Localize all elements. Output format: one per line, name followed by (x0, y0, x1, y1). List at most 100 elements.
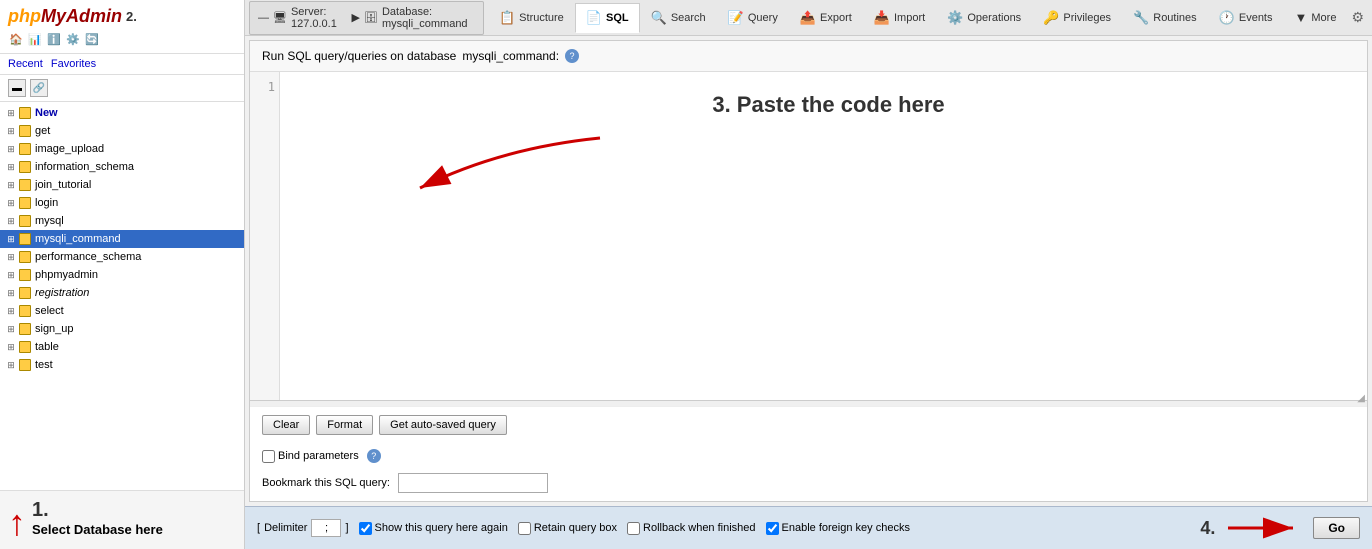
tab-search[interactable]: 🔍 Search (640, 3, 717, 33)
bind-params-help-icon[interactable]: ? (367, 449, 381, 463)
retain-query-text: Retain query box (534, 522, 617, 534)
tree-item-performance_schema[interactable]: ⊞performance_schema (0, 248, 244, 266)
tree-item-phpmyadmin[interactable]: ⊞phpmyadmin (0, 266, 244, 284)
sql-icon: 📄 (586, 10, 602, 26)
tab-more[interactable]: ▼ More (1284, 3, 1348, 32)
bookmark-input[interactable] (398, 473, 548, 493)
retain-query-label[interactable]: Retain query box (518, 522, 617, 535)
tree-item-mysql[interactable]: ⊞mysql (0, 212, 244, 230)
clear-button[interactable]: Clear (262, 415, 310, 435)
editor-resize-handle[interactable] (250, 400, 1367, 406)
delimiter-bracket-close: ] (345, 522, 348, 534)
arrow-up-icon: ↑ (8, 505, 26, 541)
expand-icon: ⊞ (4, 358, 18, 372)
tab-sql[interactable]: 📄 SQL (575, 3, 640, 33)
expand-icon: ⊞ (4, 268, 18, 282)
tree-item-label: get (35, 125, 50, 137)
gear-icon[interactable]: ⚙ (1347, 5, 1368, 30)
tree-item-New[interactable]: ⊞New (0, 104, 244, 122)
sql-header-text: Run SQL query/queries on database (262, 49, 456, 63)
tree-item-image_upload[interactable]: ⊞image_upload (0, 140, 244, 158)
tree-item-label: test (35, 359, 53, 371)
bookmark-section: Bookmark this SQL query: (250, 469, 1367, 501)
sql-input[interactable] (280, 72, 1367, 406)
tree-item-get[interactable]: ⊞ get (0, 122, 244, 140)
tab-routines[interactable]: 🔧 Routines (1122, 3, 1208, 33)
rollback-text: Rollback when finished (643, 522, 756, 534)
tree-item-registration[interactable]: ⊞registration (0, 284, 244, 302)
tree-item-select[interactable]: ⊞ select (0, 302, 244, 320)
db-icon (18, 214, 32, 228)
tree-item-login[interactable]: ⊞login (0, 194, 244, 212)
bind-params-text: Bind parameters (278, 450, 359, 462)
sidebar-footer: ↑ 1. Select Database here (0, 490, 244, 549)
tree-item-label: select (35, 305, 64, 317)
tab-routines-label: Routines (1153, 12, 1196, 24)
table-icon[interactable]: 📊 (27, 31, 43, 47)
logo: phpMyAdmin 2. (8, 6, 236, 27)
tree-item-join_tutorial[interactable]: ⊞join_tutorial (0, 176, 244, 194)
db-icon (18, 304, 32, 318)
minimize-icon[interactable]: — (258, 12, 269, 24)
import-icon: 📥 (874, 10, 890, 26)
bind-params-label[interactable]: Bind parameters (262, 450, 359, 463)
expand-icon: ⊞ (4, 142, 18, 156)
database-label: Database: mysqli_command (382, 6, 475, 30)
tree-item-information_schema[interactable]: ⊞information_schema (0, 158, 244, 176)
tab-import[interactable]: 📥 Import (863, 3, 936, 33)
home-icon[interactable]: 🏠 (8, 31, 24, 47)
tab-query[interactable]: 📝 Query (717, 3, 789, 33)
tab-privileges[interactable]: 🔑 Privileges (1032, 3, 1122, 33)
help-icon[interactable]: ? (565, 49, 579, 63)
tree-item-sign_up[interactable]: ⊞sign_up (0, 320, 244, 338)
tree-item-table[interactable]: ⊞table (0, 338, 244, 356)
sidebar-header: phpMyAdmin 2. 🏠 📊 ℹ️ ⚙️ 🔄 (0, 0, 244, 54)
privileges-icon: 🔑 (1043, 10, 1059, 26)
expand-icon: ⊞ (4, 196, 18, 210)
routines-icon: 🔧 (1133, 10, 1149, 26)
tree-item-test[interactable]: ⊞ test (0, 356, 244, 374)
settings-icon[interactable]: ⚙️ (65, 31, 81, 47)
collapse-btn[interactable]: ▬ (8, 79, 26, 97)
tree-item-label: New (35, 107, 58, 119)
refresh-icon[interactable]: 🔄 (84, 31, 100, 47)
info-icon[interactable]: ℹ️ (46, 31, 62, 47)
step-4-label: 4. (1200, 518, 1215, 539)
foreign-key-label[interactable]: Enable foreign key checks (766, 522, 910, 535)
expand-icon: ⊞ (4, 232, 18, 246)
tab-structure[interactable]: 📋 Structure (488, 3, 575, 33)
show-query-checkbox[interactable] (359, 522, 372, 535)
expand-icon: ⊞ (4, 322, 18, 336)
main-content: — 🖥 Server: 127.0.0.1 ▶ 🗄 Database: mysq… (245, 0, 1372, 549)
link-btn[interactable]: 🔗 (30, 79, 48, 97)
show-query-label[interactable]: Show this query here again (359, 522, 508, 535)
rollback-label[interactable]: Rollback when finished (627, 522, 756, 535)
bookmark-label: Bookmark this SQL query: (262, 477, 390, 489)
db-icon (18, 268, 32, 282)
tree-item-mysqli_command[interactable]: ⊞mysqli_command (0, 230, 244, 248)
tab-export[interactable]: 📤 Export (789, 3, 863, 33)
tab-operations[interactable]: ⚙️ Operations (936, 3, 1032, 33)
foreign-key-checkbox[interactable] (766, 522, 779, 535)
auto-saved-button[interactable]: Get auto-saved query (379, 415, 507, 435)
format-button[interactable]: Format (316, 415, 373, 435)
structure-icon: 📋 (499, 10, 515, 26)
line-1: 1 (268, 80, 275, 94)
recent-link[interactable]: Recent (8, 58, 43, 70)
db-icon (18, 250, 32, 264)
tab-events[interactable]: 🕐 Events (1208, 3, 1284, 33)
tree-item-label: table (35, 341, 59, 353)
step-badge-2: 2. (126, 9, 137, 24)
bind-params-checkbox[interactable] (262, 450, 275, 463)
go-button[interactable]: Go (1313, 517, 1360, 539)
retain-query-checkbox[interactable] (518, 522, 531, 535)
operations-icon: ⚙️ (947, 10, 963, 26)
favorites-link[interactable]: Favorites (51, 58, 96, 70)
rollback-checkbox[interactable] (627, 522, 640, 535)
delimiter-input[interactable] (311, 519, 341, 537)
tab-search-label: Search (671, 12, 706, 24)
expand-icon: ⊞ (4, 214, 18, 228)
export-icon: 📤 (800, 10, 816, 26)
expand-icon: ⊞ (4, 304, 18, 318)
expand-icon: ⊞ (4, 124, 18, 138)
